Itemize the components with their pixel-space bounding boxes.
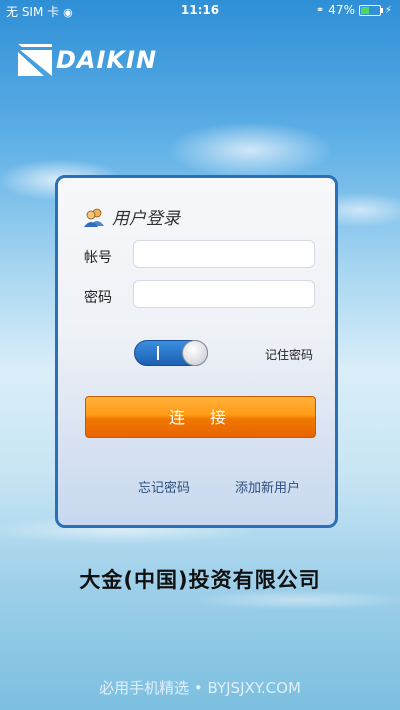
watermark-text: 必用手机精选 • BYJSJXY.COM xyxy=(99,679,301,697)
company-name: 大金(中国)投资有限公司 xyxy=(79,568,321,592)
account-input[interactable] xyxy=(133,240,315,268)
toggle-knob[interactable] xyxy=(182,340,208,366)
daikin-logo-mark-icon xyxy=(18,44,52,76)
remember-password-label: 记住密码 xyxy=(265,348,314,362)
remember-password-toggle[interactable] xyxy=(134,340,208,366)
account-label: 帐号 xyxy=(84,250,112,266)
login-title: 用户登录 xyxy=(84,204,180,229)
status-bar: 无 SIM 卡 ◉ 11:16 ⚭ 47% ⚡ xyxy=(0,0,400,20)
login-card: 用户登录 帐号 密码 记住密码 连 接 忘记密码 添加新用户 xyxy=(55,175,338,528)
logo-text: DAIKIN xyxy=(56,46,158,74)
password-input[interactable] xyxy=(133,280,315,308)
battery-level-fill xyxy=(360,6,369,14)
connect-button[interactable]: 连 接 xyxy=(85,396,316,438)
status-right: ⚭ 47% ⚡ xyxy=(316,3,392,17)
battery-icon xyxy=(358,4,383,16)
password-label: 密码 xyxy=(84,290,112,306)
daikin-logo: DAIKIN xyxy=(18,44,157,76)
add-new-user-link[interactable]: 添加新用户 xyxy=(235,477,300,496)
login-title-text: 用户登录 xyxy=(112,209,180,229)
battery-percent: 47% xyxy=(328,3,355,17)
users-icon xyxy=(84,208,104,227)
forgot-password-link[interactable]: 忘记密码 xyxy=(138,477,190,496)
toggle-on-mark-icon xyxy=(157,346,159,360)
orientation-lock-icon: ⚭ xyxy=(315,4,325,16)
charging-bolt-icon: ⚡ xyxy=(384,4,392,16)
